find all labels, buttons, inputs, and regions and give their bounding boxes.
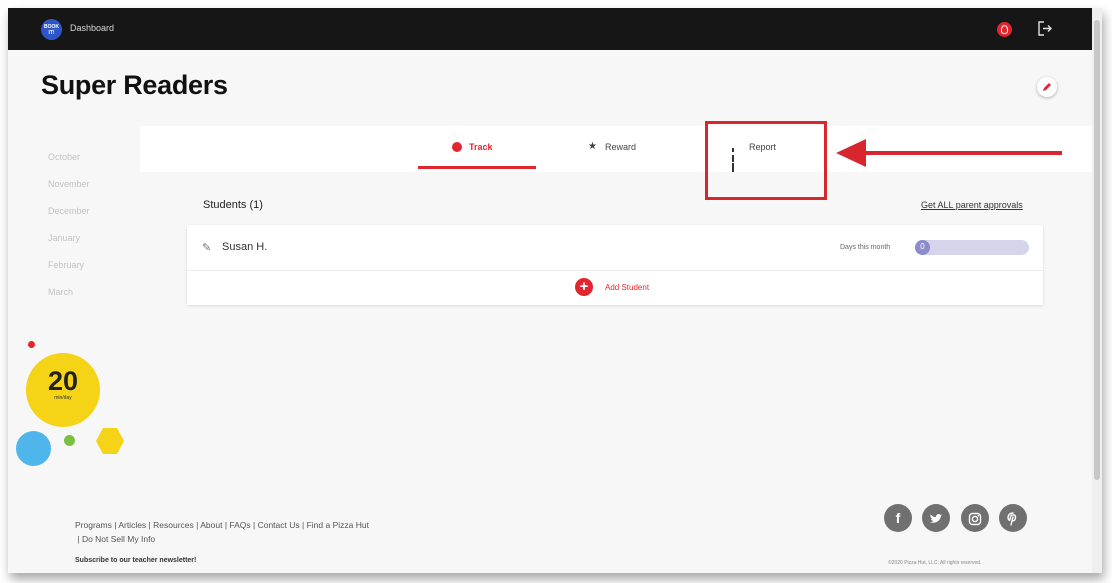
add-student-button[interactable]: Add Student [605,283,649,292]
book-it-logo[interactable]: BOOK IT! [41,19,62,40]
pencil-icon [1043,83,1051,92]
user-icon[interactable] [997,22,1012,37]
student-row[interactable]: ✎ Susan H. Days this month 0 [187,225,1043,271]
goal-circle: 20 min/day [26,353,100,427]
annotation-arrow-head [836,139,866,167]
goal-number: 20 [47,366,79,396]
newsletter-link[interactable]: Subscribe to our teacher newsletter! [75,557,196,564]
page-title: Super Readers [41,70,228,100]
annotation-highlight-box [705,121,827,200]
month-item[interactable]: March [48,287,138,314]
annotation-arrow-line [863,151,1062,155]
days-label: Days this month [840,244,891,251]
footer-link[interactable]: Do Not Sell My Info [82,534,155,544]
footer-link[interactable]: Find a Pizza Hut [307,520,369,530]
footer-links: Programs | Articles | Resources | About … [75,520,369,544]
month-item[interactable]: December [48,206,138,233]
screenshot: BOOK IT! Dashboard Super Readers October… [0,0,1112,583]
instagram-icon[interactable] [961,504,989,532]
copyright-text: ©2020 Pizza Hut, LLC. All rights reserve… [888,560,982,566]
tab-bar: Track ★ Reward Report [140,126,1102,172]
red-dot-decoration [28,341,35,348]
parent-approvals-link[interactable]: Get ALL parent approvals [921,200,1023,210]
active-tab-underline [418,166,536,169]
plus-icon[interactable]: + [575,278,593,296]
footer-link[interactable]: Articles [118,520,146,530]
footer-link[interactable]: Contact Us [258,520,300,530]
scrollbar-thumb[interactable] [1094,20,1100,480]
footer-link[interactable]: Resources [153,520,194,530]
social-links: f [876,504,1036,534]
footer-link[interactable]: FAQs [229,520,250,530]
track-icon [452,142,462,152]
user-head-shape [1001,25,1008,34]
month-item[interactable]: February [48,260,138,287]
edit-class-button[interactable] [1037,77,1057,97]
student-list: ✎ Susan H. Days this month 0 + Add Stude… [187,225,1043,305]
tab-label: Track [469,142,493,152]
tab-label: Reward [605,142,637,152]
days-progress-knob[interactable]: 0 [915,240,930,255]
footer-link[interactable]: About [200,520,222,530]
logout-icon[interactable] [1037,20,1053,37]
facebook-icon[interactable]: f [884,504,912,532]
browser-window: BOOK IT! Dashboard Super Readers October… [8,8,1102,573]
days-value: 0 [920,242,925,251]
pinterest-icon[interactable] [999,504,1027,532]
month-item[interactable]: November [48,179,138,206]
footer-link[interactable]: Programs [75,520,112,530]
month-item[interactable]: January [48,233,138,260]
green-dot-decoration [64,435,75,446]
month-list: October November December January Februa… [48,152,138,314]
edit-student-icon[interactable]: ✎ [202,241,211,254]
dashboard-link[interactable]: Dashboard [70,23,114,33]
vertical-scrollbar[interactable] [1092,8,1102,573]
add-student-row[interactable]: + Add Student [187,271,1043,305]
month-item[interactable]: October [48,152,138,179]
twitter-icon[interactable] [922,504,950,532]
students-heading: Students (1) [203,199,263,211]
days-progress-track: 0 [915,240,1029,255]
student-name: Susan H. [222,241,268,253]
goal-unit: min/day [54,395,72,401]
yellow-hexagon-decoration [96,428,124,454]
blue-dot-decoration [16,431,51,466]
star-icon: ★ [588,141,597,152]
reading-goal-badge: 20 min/day [8,333,138,473]
top-bar: BOOK IT! Dashboard [8,8,1102,50]
